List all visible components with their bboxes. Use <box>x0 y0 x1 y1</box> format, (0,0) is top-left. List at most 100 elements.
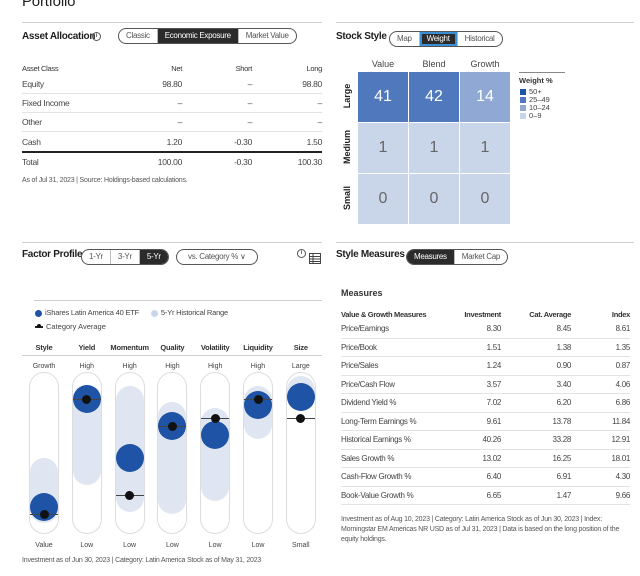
cell-short: -0.30 <box>234 156 252 167</box>
tab-measures[interactable]: Measures <box>407 250 455 264</box>
row-label-large: Large <box>342 83 352 109</box>
style-measures-tabs: Measures Market Cap <box>406 249 509 265</box>
style-box-cell: 42 <box>409 72 459 122</box>
col-label-blend: Blend <box>422 59 446 69</box>
cell-short: -0.30 <box>234 136 252 147</box>
col-short: Short <box>235 63 253 73</box>
category-legend-label: Category Average <box>46 322 106 331</box>
tab-1-yr[interactable]: 1-Yr <box>82 250 111 264</box>
factor-name: Liquidity <box>243 343 273 352</box>
cell-long: – <box>317 98 323 108</box>
measures-subtitle: Measures <box>341 288 383 298</box>
cell-cat-average: 6.20 <box>556 398 572 408</box>
table-row: Dividend Yield % 7.02 6.20 6.86 <box>341 394 630 413</box>
factor-name: Volatility <box>200 343 230 352</box>
table-row: Price/Sales 1.24 0.90 0.87 <box>341 357 630 376</box>
info-icon[interactable]: i <box>297 249 306 258</box>
cell-net: 1.20 <box>166 136 183 147</box>
factor-track <box>200 372 231 534</box>
cell-index: 12.91 <box>611 435 630 445</box>
cell-index: 4.30 <box>615 472 631 482</box>
measure-name: Price/Sales <box>341 361 379 371</box>
cell-investment: 8.30 <box>486 324 502 334</box>
divider <box>336 242 634 243</box>
measure-name: Sales Growth % <box>341 453 395 463</box>
cell-cat-average: 1.38 <box>556 342 572 352</box>
cell-cat-average: 6.91 <box>556 472 572 482</box>
factor-track <box>243 372 273 534</box>
style-box-cell: 1 <box>358 123 408 173</box>
row-label-small: Small <box>342 186 352 211</box>
cell-index: 6.86 <box>615 398 631 408</box>
style-measures-note: Investment as of Aug 10, 2023 | Category… <box>341 516 620 543</box>
table-view-icon[interactable] <box>309 251 321 264</box>
cell-index: 0.87 <box>615 361 631 371</box>
cell-investment: 6.65 <box>486 490 502 500</box>
tab-market-value[interactable]: Market Value <box>239 29 296 43</box>
legend-swatch <box>520 113 526 120</box>
factor-bottom-label: Low <box>251 542 265 549</box>
tab-map[interactable]: Map <box>390 32 420 46</box>
period-tabs: 1-Yr 3-Yr 5-Yr <box>81 249 169 265</box>
cell-cat-average: 1.47 <box>556 490 572 500</box>
col-label-value: Value <box>371 59 395 69</box>
tab-weight[interactable]: Weight <box>419 32 458 46</box>
col-cat-average: Cat. Average <box>529 309 571 319</box>
table-row: Cash-Flow Growth % 6.40 6.91 4.30 <box>341 468 630 487</box>
legend-title: Weight % <box>519 76 553 85</box>
compare-select[interactable]: vs. Category % ∨ <box>176 249 258 265</box>
stock-style-tabs: Map Weight Historical <box>389 31 503 47</box>
col-label-growth: Growth <box>470 59 500 69</box>
tab-historical[interactable]: Historical <box>458 32 502 46</box>
range-legend-icon <box>150 309 158 317</box>
divider <box>34 300 322 301</box>
divider <box>336 22 634 23</box>
category-legend-icon <box>35 324 43 329</box>
asset-allocation-tabs: Classic Economic Exposure Market Value <box>118 28 297 44</box>
legend-item: 0–9 <box>520 112 550 120</box>
cell-investment: 7.02 <box>486 398 502 408</box>
factor-top-label: High <box>79 363 94 370</box>
fund-marker <box>115 443 144 472</box>
table-row: Equity 98.80 – 98.80 <box>22 75 322 94</box>
table-row: Price/Cash Flow 3.57 3.40 4.06 <box>341 376 630 394</box>
cell-long: 100.30 <box>297 156 323 167</box>
col-net: Net <box>171 63 182 73</box>
col-index: Index <box>611 309 630 319</box>
cell-net: – <box>177 98 183 108</box>
style-box-cell: 0 <box>358 174 408 224</box>
tab-5-yr[interactable]: 5-Yr <box>139 250 168 264</box>
info-icon[interactable]: i <box>92 32 101 41</box>
legend-label: 0–9 <box>529 111 542 120</box>
measure-name: Price/Earnings <box>341 324 389 334</box>
factor-track <box>157 372 188 534</box>
cell-index: 11.84 <box>612 416 630 426</box>
fund-legend-label: iShares Latin America 40 ETF <box>45 308 140 317</box>
style-box-cell: 41 <box>358 72 408 122</box>
row-label: Fixed Income <box>22 98 70 108</box>
range-legend-label: 5-Yr Historical Range <box>160 308 228 317</box>
cell-long: – <box>317 117 323 127</box>
cell-net: 100.00 <box>157 156 183 167</box>
table-row: Historical Earnings % 40.26 33.28 12.91 <box>341 431 630 450</box>
cell-investment: 9.61 <box>486 416 502 426</box>
factor-profile-title: Factor Profile <box>22 249 83 260</box>
cell-short: – <box>247 117 253 127</box>
divider <box>22 22 322 23</box>
factor-name: Style <box>35 343 53 352</box>
tab-economic-exposure[interactable]: Economic Exposure <box>157 29 239 43</box>
legend-swatch <box>520 89 526 96</box>
factor-track <box>29 372 59 534</box>
factor-legend: iShares Latin America 40 ETF 5-Yr Histor… <box>35 308 228 317</box>
row-label: Equity <box>22 79 44 89</box>
factor-bottom-label: Low <box>123 542 137 549</box>
tab-3-yr[interactable]: 3-Yr <box>111 250 140 264</box>
compare-select-value[interactable]: vs. Category % ∨ <box>181 250 253 264</box>
measure-name: Price/Cash Flow <box>341 379 395 389</box>
cell-index: 18.01 <box>611 453 630 463</box>
style-box-cell: 0 <box>409 174 459 224</box>
category-marker <box>39 509 49 519</box>
category-marker <box>253 394 263 404</box>
tab-market-cap[interactable]: Market Cap <box>455 250 507 264</box>
tab-classic[interactable]: Classic <box>119 29 158 43</box>
